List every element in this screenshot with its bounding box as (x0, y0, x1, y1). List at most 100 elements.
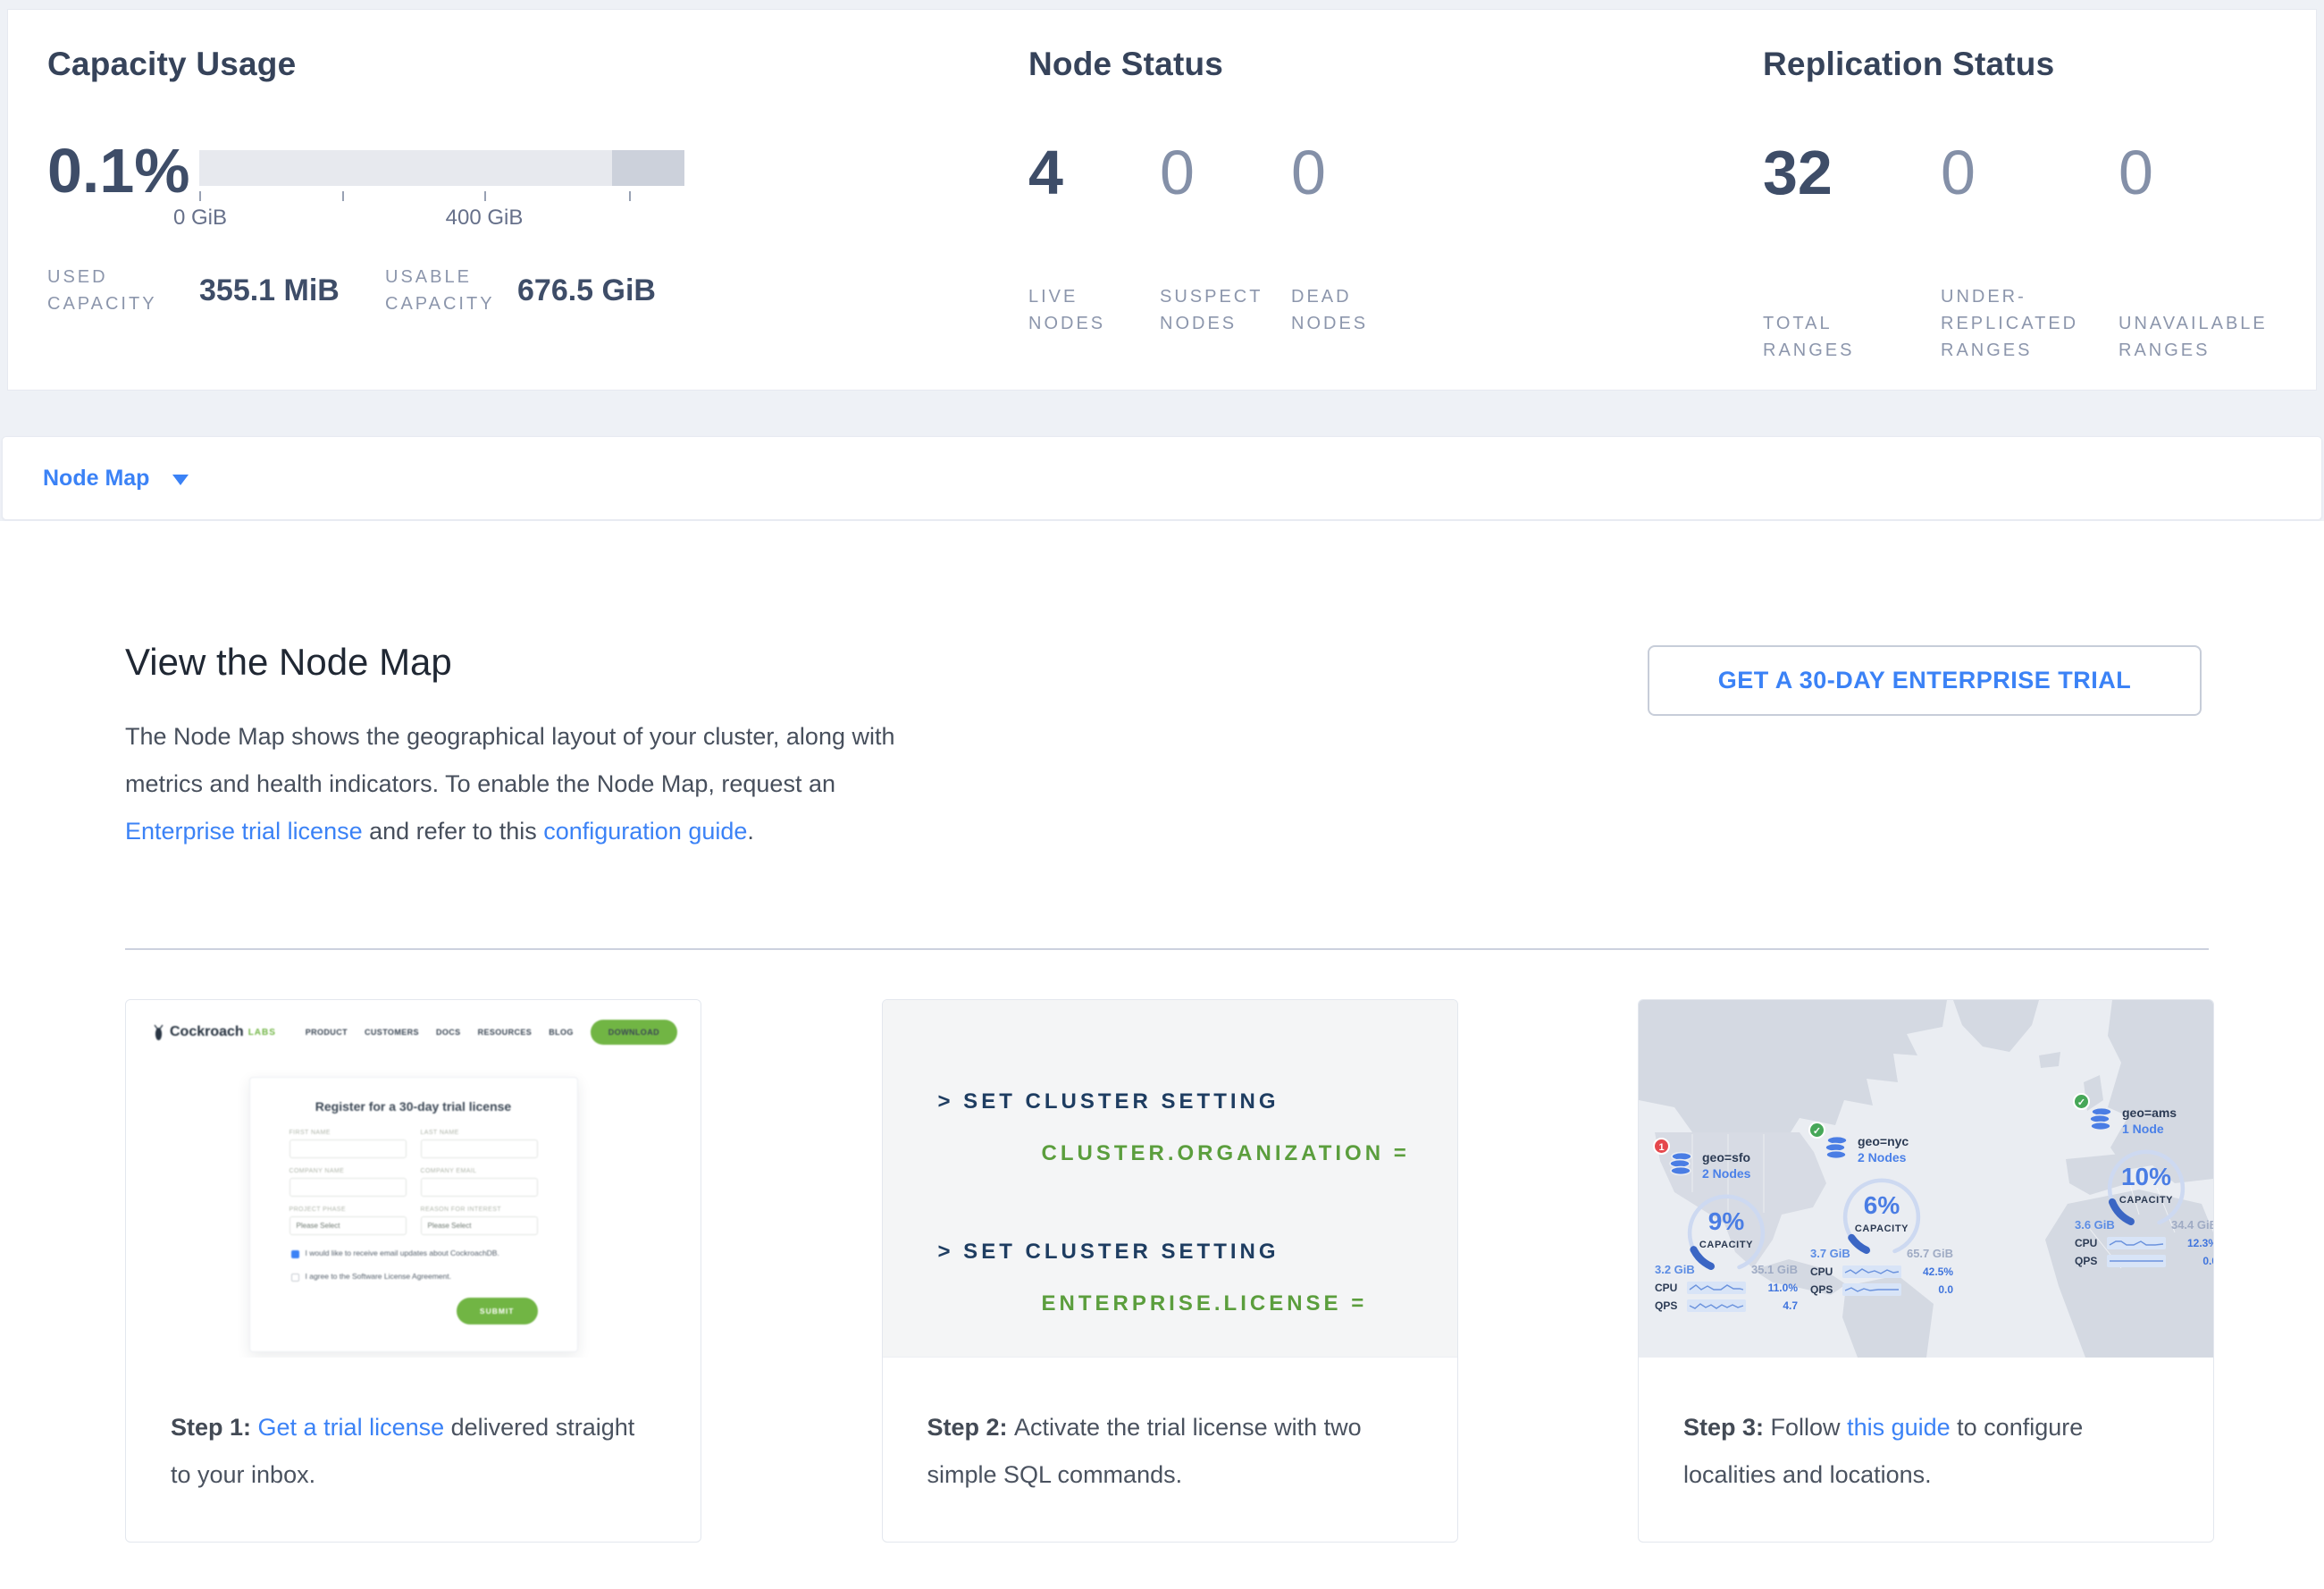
field-label: LAST NAME (421, 1130, 538, 1136)
cpu-metric: CPU 12.3% (2075, 1237, 2213, 1249)
capacity-gauge: 9% CAPACITY (1673, 1186, 1780, 1275)
capacity-bar-used-segment (612, 150, 684, 186)
form-title: Register for a 30-day trial license (289, 1099, 538, 1114)
suspect-nodes-value: 0 (1160, 140, 1291, 205)
checkbox-label: I agree to the Software License Agreemen… (306, 1272, 452, 1281)
nav-item: BLOG (549, 1028, 574, 1037)
dead-nodes-label: DEAD NODES (1291, 283, 1403, 337)
step2-sql-snippet: > SET CLUSTER SETTING CLUSTER.ORGANIZATI… (883, 1000, 1457, 1358)
step1-screenshot: Cockroach LABS PRODUCT CUSTOMERS DOCS RE… (126, 1000, 701, 1358)
total-ranges-label: TOTAL RANGES (1763, 310, 1915, 364)
locality-name: geo=ams (2122, 1106, 2177, 1120)
capacity-label: CAPACITY (2093, 1195, 2200, 1206)
live-nodes-label: LIVE NODES (1028, 283, 1140, 337)
capacity-percent: 9% (1673, 1207, 1780, 1236)
axis-tick (484, 191, 486, 201)
enterprise-trial-button[interactable]: GET A 30-DAY ENTERPRISE TRIAL (1648, 645, 2202, 716)
dead-nodes-value: 0 (1291, 140, 1422, 205)
check-badge-icon: ✓ (2073, 1093, 2090, 1110)
last-name-field (421, 1139, 538, 1158)
checkbox-empty-icon (291, 1274, 299, 1282)
replication-status-section: Replication Status 32 0 0 TOTAL RANGES U… (1763, 46, 2316, 390)
capacity-gauge: 10% CAPACITY (2093, 1141, 2200, 1231)
suspect-nodes-label: SUSPECT NODES (1160, 283, 1271, 337)
axis-tick (342, 191, 344, 201)
axis-tick-label: 400 GiB (446, 206, 524, 231)
locality-sfo: 1 geo=sfo 2 Nodes (1655, 1150, 1798, 1312)
capacity-bar-track (199, 150, 684, 186)
software-license-link: Software License Agreement. (352, 1272, 451, 1281)
this-guide-link[interactable]: this guide (1847, 1414, 1951, 1441)
submit-button: SUBMIT (457, 1298, 538, 1324)
replication-status-title: Replication Status (1763, 46, 2316, 83)
first-name-field (289, 1139, 407, 1158)
enterprise-trial-license-link[interactable]: Enterprise trial license (125, 818, 363, 845)
section-divider (125, 948, 2209, 950)
used-capacity-value: 355.1 MiB (199, 273, 385, 308)
node-map-intro-section: View the Node Map The Node Map shows the… (0, 521, 2324, 1589)
under-replicated-ranges-value: 0 (1941, 140, 2118, 205)
live-nodes-value: 4 (1028, 140, 1160, 205)
qps-sparkline-icon (2107, 1255, 2166, 1267)
qps-metric: QPS 0.0 (1810, 1283, 1953, 1296)
capacity-usage-title: Capacity Usage (47, 46, 1028, 83)
intro-text: The Node Map shows the geographical layo… (125, 723, 895, 797)
step2-caption: Step 2: Activate the trial license with … (883, 1358, 1457, 1499)
capacity-usage-section: Capacity Usage 0.1% 0 GiB 400 GiB USED C… (47, 46, 1028, 390)
get-trial-license-link[interactable]: Get a trial license (258, 1414, 445, 1441)
capacity-label: CAPACITY (1673, 1240, 1780, 1250)
locality-node-count: 2 Nodes (1858, 1150, 1909, 1164)
intro-text: . (747, 818, 754, 845)
qps-sparkline-icon (1842, 1283, 1901, 1296)
step1-caption: Step 1: Get a trial license delivered st… (126, 1358, 701, 1499)
cpu-metric: CPU 42.5% (1810, 1265, 1953, 1278)
checkbox-label: I would like to receive email updates ab… (306, 1248, 499, 1257)
cpu-metric: CPU 11.0% (1655, 1282, 1798, 1294)
database-icon (1823, 1134, 1850, 1161)
nav-item: RESOURCES (478, 1028, 533, 1037)
trial-registration-form: Register for a 30-day trial license FIRS… (249, 1077, 578, 1352)
company-name-field (289, 1178, 407, 1197)
unavailable-ranges-label: UNAVAILABLE RANGES (2118, 310, 2279, 364)
error-badge-icon: 1 (1653, 1138, 1670, 1155)
locality-ams: ✓ geo=ams 1 Node (2075, 1106, 2213, 1267)
cockroach-icon (153, 1024, 164, 1041)
view-selector-label[interactable]: Node Map (43, 466, 149, 492)
company-email-field (421, 1178, 538, 1197)
node-status-title: Node Status (1028, 46, 1763, 83)
axis-tick (199, 191, 201, 201)
capacity-label: CAPACITY (1828, 1223, 1935, 1234)
cpu-sparkline-icon (2107, 1237, 2166, 1249)
total-ranges-value: 32 (1763, 140, 1941, 205)
step3-card: 1 geo=sfo 2 Nodes (1638, 999, 2214, 1543)
step2-card: > SET CLUSTER SETTING CLUSTER.ORGANIZATI… (882, 999, 1458, 1543)
reason-select: Please Select (421, 1216, 538, 1235)
under-replicated-ranges-label: UNDER-REPLICATED RANGES (1941, 283, 2088, 364)
usable-capacity-value: 676.5 GiB (517, 273, 656, 308)
capacity-gauge: 6% CAPACITY (1828, 1170, 1935, 1259)
view-selector-dropdown[interactable]: Node Map (2, 436, 2322, 520)
qps-sparkline-icon (1687, 1299, 1746, 1312)
license-agreement-checkbox-row: I agree to the Software License Agreemen… (289, 1272, 538, 1282)
database-icon (1667, 1150, 1694, 1177)
axis-tick-label: 0 GiB (173, 206, 227, 231)
chevron-down-icon (172, 475, 189, 485)
configuration-guide-link[interactable]: configuration guide (543, 818, 747, 845)
intro-paragraph: The Node Map shows the geographical layo… (125, 713, 947, 855)
locality-node-count: 1 Node (2122, 1122, 2177, 1136)
sql-command: > SET CLUSTER SETTING (883, 1240, 1457, 1265)
database-icon (2087, 1106, 2114, 1132)
project-phase-select: Please Select (289, 1216, 407, 1235)
cpu-sparkline-icon (1842, 1265, 1901, 1278)
capacity-percent: 6% (1828, 1191, 1935, 1220)
node-map-thumbnail: 1 geo=sfo 2 Nodes (1639, 1000, 2213, 1358)
registration-site-thumbnail: Cockroach LABS PRODUCT CUSTOMERS DOCS RE… (126, 1000, 701, 1358)
download-button: DOWNLOAD (591, 1020, 677, 1045)
email-updates-checkbox-row: I would like to receive email updates ab… (289, 1248, 538, 1258)
node-status-section: Node Status 4 0 0 LIVE NODES SUSPECT NOD… (1028, 46, 1763, 390)
site-nav: PRODUCT CUSTOMERS DOCS RESOURCES BLOG DO… (306, 1020, 677, 1045)
locality-node-count: 2 Nodes (1702, 1166, 1750, 1181)
usable-capacity-label: USABLE CAPACITY (385, 264, 517, 317)
field-label: PROJECT PHASE (289, 1206, 407, 1213)
steps-cards-row: Cockroach LABS PRODUCT CUSTOMERS DOCS RE… (125, 999, 2214, 1543)
